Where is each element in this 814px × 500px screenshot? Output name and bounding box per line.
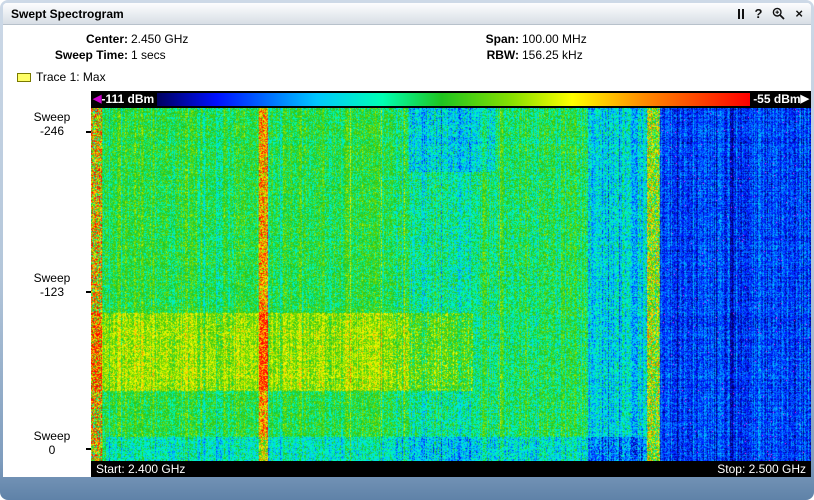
scale-max-label: -55 dBm <box>753 91 800 108</box>
sweep-label-bottom: Sweep 0 <box>17 429 87 457</box>
titlebar-icons: ? × <box>738 7 803 20</box>
settings-header: Center:2.450 GHz Sweep Time:1 secs Span:… <box>3 25 811 91</box>
plot-row: Sweep -246 Sweep -123 Sweep 0 <box>3 108 811 461</box>
sweep-time-value: 1 secs <box>131 48 166 62</box>
trace-legend[interactable]: Trace 1: Max <box>17 70 106 84</box>
color-scale-spacer <box>3 91 91 108</box>
rbw-field: RBW:156.25 kHz <box>473 48 583 62</box>
sweep-word: Sweep <box>17 429 87 443</box>
rbw-value: 156.25 kHz <box>522 48 583 62</box>
color-scale-bar: ◀ -111 dBm -55 dBm ▶ <box>91 91 811 108</box>
x-axis-bar: Start: 2.400 GHz Stop: 2.500 GHz <box>91 461 811 477</box>
span-label: Span: <box>473 32 519 46</box>
zoom-icon[interactable] <box>772 7 785 20</box>
span-value: 100.00 MHz <box>522 32 587 46</box>
color-scale-gradient <box>157 93 750 106</box>
stop-frequency-label: Stop: 2.500 GHz <box>717 462 806 476</box>
x-axis-row: Start: 2.400 GHz Stop: 2.500 GHz <box>3 461 811 477</box>
color-scale-row: ◀ -111 dBm -55 dBm ▶ <box>3 91 811 108</box>
window-body: Swept Spectrogram ? × Center:2.450 GHz <box>3 3 811 477</box>
sweep-label-middle: Sweep -123 <box>17 271 87 299</box>
titlebar[interactable]: Swept Spectrogram ? × <box>3 3 811 25</box>
center-frequency-field: Center:2.450 GHz <box>3 32 188 46</box>
rbw-label: RBW: <box>473 48 519 62</box>
spectrogram-canvas[interactable] <box>91 108 811 461</box>
center-frequency-label: Center: <box>3 32 128 46</box>
scale-min-arrow-icon[interactable]: ◀ <box>93 91 101 108</box>
close-icon[interactable]: × <box>795 7 803 20</box>
sweep-label-top: Sweep -246 <box>17 110 87 138</box>
spectrogram-plot-area <box>91 108 811 461</box>
sweep-value: -246 <box>17 124 87 138</box>
scale-min-label: -111 dBm <box>101 91 154 108</box>
trace-label: Trace 1: Max <box>36 70 106 84</box>
sweep-value: -123 <box>17 285 87 299</box>
x-axis-spacer <box>3 461 91 477</box>
window-title: Swept Spectrogram <box>11 7 738 21</box>
sweep-value: 0 <box>17 443 87 457</box>
app-window: Swept Spectrogram ? × Center:2.450 GHz <box>0 0 814 500</box>
sweep-word: Sweep <box>17 271 87 285</box>
span-field: Span:100.00 MHz <box>473 32 587 46</box>
trace-color-swatch <box>17 73 31 82</box>
scale-max-arrow-icon[interactable]: ▶ <box>801 91 809 108</box>
sweep-time-label: Sweep Time: <box>3 48 128 62</box>
y-axis-gutter: Sweep -246 Sweep -123 Sweep 0 <box>3 108 91 461</box>
pause-icon[interactable] <box>738 9 744 19</box>
help-icon[interactable]: ? <box>754 7 762 20</box>
start-frequency-label: Start: 2.400 GHz <box>96 462 185 476</box>
sweep-time-field: Sweep Time:1 secs <box>3 48 166 62</box>
sweep-word: Sweep <box>17 110 87 124</box>
center-frequency-value: 2.450 GHz <box>131 32 188 46</box>
